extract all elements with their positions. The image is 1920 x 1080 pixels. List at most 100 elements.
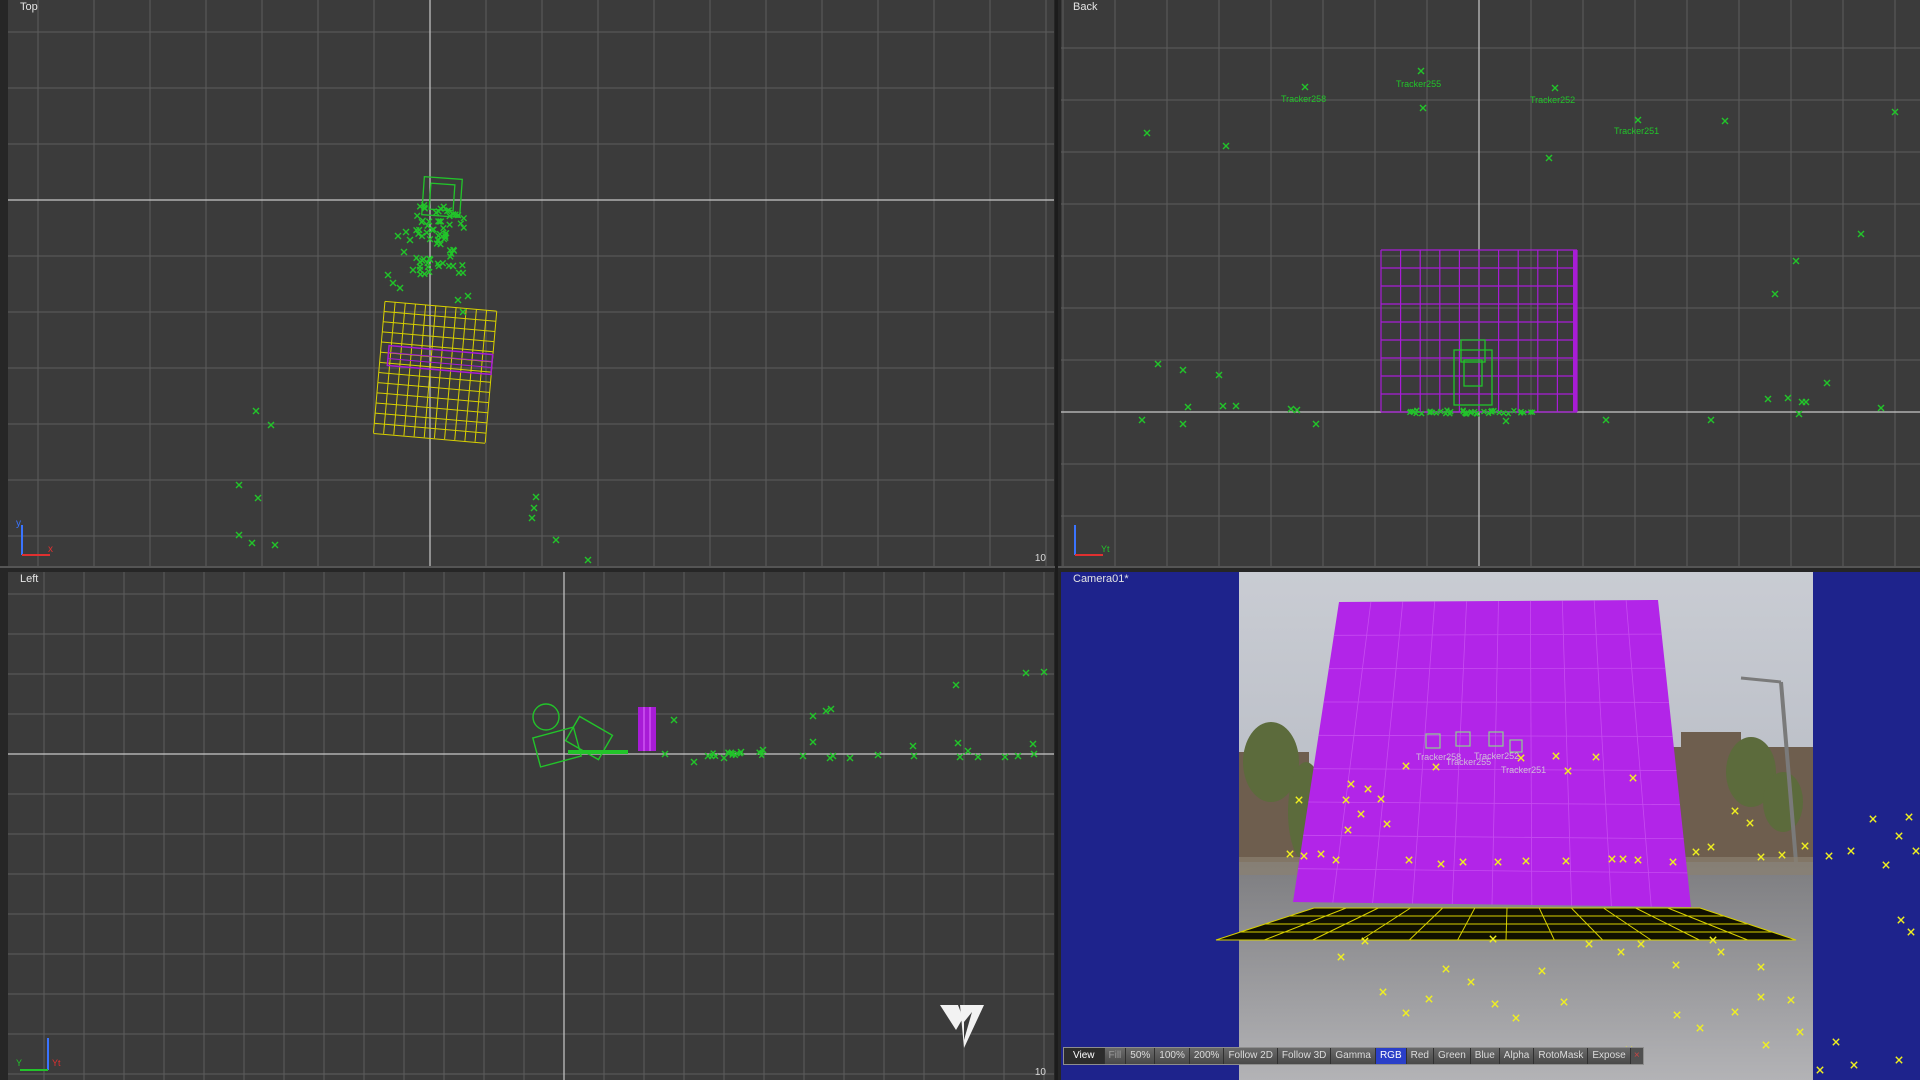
camera-wireframe[interactable] (531, 703, 628, 768)
tracker-x-icon[interactable] (1154, 360, 1162, 368)
tracker-x-icon[interactable] (1417, 67, 1425, 75)
tracker-x-icon[interactable] (1897, 916, 1905, 924)
tracker-x-icon[interactable] (1823, 379, 1831, 387)
viewport-divider-vertical[interactable] (1055, 0, 1058, 1080)
tracker-x-icon[interactable] (248, 539, 256, 547)
tracker-x-icon[interactable] (1907, 928, 1915, 936)
tracker-x-icon[interactable] (1001, 753, 1009, 761)
tracker-x-icon[interactable] (1850, 1061, 1858, 1069)
viewport-top[interactable]: Top y x 10 (8, 0, 1054, 566)
tracker-x-icon[interactable] (1912, 847, 1920, 855)
tracker-x-icon[interactable] (1502, 417, 1510, 425)
camera-view-canvas[interactable]: Tracker258 Tracker255 Tracker252 Tracker… (1061, 572, 1920, 1080)
tracker-x-icon[interactable] (1816, 1066, 1824, 1074)
green-button[interactable]: Green (1433, 1048, 1471, 1064)
tracker-x-icon[interactable] (1301, 83, 1309, 91)
tracker-x-icon[interactable] (1138, 416, 1146, 424)
tracker-x-icon[interactable] (1143, 129, 1151, 137)
tracker-x-icon[interactable] (809, 738, 817, 746)
tracker-x-icon[interactable] (1721, 117, 1729, 125)
tracker-x-icon[interactable] (909, 742, 917, 750)
tracker-x-icon[interactable] (464, 292, 472, 300)
tracker-x-icon[interactable] (874, 751, 882, 759)
tracker-x-icon[interactable] (954, 739, 962, 747)
follow-2d-button[interactable]: Follow 2D (1224, 1048, 1278, 1064)
tracker-x-icon[interactable] (956, 753, 964, 761)
tracker-x-icon[interactable] (235, 531, 243, 539)
tracker-x-icon[interactable] (446, 221, 453, 228)
tracker-x-icon[interactable] (417, 271, 424, 278)
left-view-canvas[interactable]: Y Yt (8, 572, 1054, 1080)
tracker-x-icon[interactable] (846, 754, 854, 762)
tracker-x-icon[interactable] (459, 261, 466, 269)
tracker-x-icon[interactable] (1219, 402, 1227, 410)
tracker-x-icon[interactable] (1895, 832, 1903, 840)
tracker-x-icon[interactable] (1602, 416, 1610, 424)
tracker-x-icon[interactable] (413, 212, 421, 220)
tracker-x-icon[interactable] (1895, 1056, 1903, 1064)
tracker-x-icon[interactable] (384, 271, 392, 279)
tracker-x-icon[interactable] (454, 296, 462, 304)
backdrop-plane[interactable] (638, 707, 656, 751)
camera-wireframe[interactable] (421, 176, 463, 218)
tracker-x-icon[interactable] (552, 536, 560, 544)
tracker-x-icon[interactable] (1798, 398, 1806, 406)
ground-plane-grid[interactable] (372, 300, 498, 444)
view-button[interactable]: View (1064, 1048, 1105, 1064)
zoom-50-button[interactable]: 50% (1126, 1048, 1156, 1064)
tracker-x-icon[interactable] (974, 753, 982, 761)
tracker-x-icon[interactable] (1179, 366, 1187, 374)
tracker-x-icon[interactable] (1179, 420, 1187, 428)
tracker-x-icon[interactable] (252, 407, 260, 415)
tracker-x-icon[interactable] (1287, 405, 1295, 413)
tracker-x-icon[interactable] (254, 494, 262, 502)
tracker-x-icon[interactable] (406, 236, 414, 244)
rotomask-button[interactable]: RotoMask (1534, 1048, 1589, 1064)
tracker-x-icon[interactable] (1882, 861, 1890, 869)
tracker-x-icon[interactable] (235, 481, 243, 489)
tracker-x-icon[interactable] (267, 421, 275, 429)
tracker-x-icon[interactable] (532, 493, 540, 501)
tracker-x-icon[interactable] (1419, 104, 1427, 112)
viewport-divider-horizontal[interactable] (0, 566, 1920, 568)
top-view-canvas[interactable]: y x (8, 0, 1054, 566)
tracker-x-icon[interactable] (1847, 847, 1855, 855)
viewport-left[interactable]: Left Y Yt 10 (8, 572, 1054, 1080)
tracker-x-icon[interactable] (396, 284, 404, 292)
fill-button[interactable]: Fill (1104, 1048, 1127, 1064)
tracker-x-icon[interactable] (1634, 116, 1642, 124)
tracker-x-icon[interactable] (1707, 416, 1715, 424)
tracker-x-icon[interactable] (964, 747, 972, 755)
tracker-x-icon[interactable] (271, 541, 279, 549)
tracker-points[interactable] (661, 668, 1048, 766)
backdrop-plane[interactable] (1380, 249, 1578, 413)
ground-plane-render[interactable] (1215, 907, 1797, 941)
back-view-canvas[interactable]: Tracker258 Tracker255 Tracker252 Tracker… (1061, 0, 1920, 566)
tracker-x-icon[interactable] (402, 228, 410, 236)
gamma-button[interactable]: Gamma (1331, 1048, 1376, 1064)
zoom-200-button[interactable]: 200% (1189, 1048, 1225, 1064)
tracker-x-icon[interactable] (436, 230, 444, 238)
tracker-x-icon[interactable] (1022, 669, 1030, 677)
tracker-x-icon[interactable] (440, 224, 447, 232)
tracker-x-icon[interactable] (584, 556, 592, 564)
tracker-x-icon[interactable] (1312, 420, 1320, 428)
tracker-x-icon[interactable] (460, 214, 468, 222)
tracker-x-icon[interactable] (1857, 230, 1865, 238)
expose-button[interactable]: Expose (1588, 1048, 1631, 1064)
tracker-x-icon[interactable] (389, 279, 397, 287)
follow-3d-button[interactable]: Follow 3D (1277, 1048, 1332, 1064)
zoom-100-button[interactable]: 100% (1155, 1048, 1190, 1064)
tracker-x-icon[interactable] (1551, 84, 1559, 92)
tracker-x-icon[interactable] (409, 266, 417, 274)
tracker-x-icon[interactable] (445, 262, 453, 270)
tracker-x-icon[interactable] (952, 681, 960, 689)
tracker-x-icon[interactable] (423, 229, 431, 236)
alpha-button[interactable]: Alpha (1499, 1048, 1535, 1064)
close-icon[interactable]: × (1631, 1048, 1643, 1064)
tracker-x-icon[interactable] (1832, 1038, 1840, 1046)
tracker-x-icon[interactable] (530, 504, 538, 512)
viewport-back[interactable]: Back Tracker258 Tracker255 Tracker252 Tr… (1061, 0, 1920, 566)
tracker-x-icon[interactable] (1869, 815, 1877, 823)
red-button[interactable]: Red (1406, 1048, 1434, 1064)
